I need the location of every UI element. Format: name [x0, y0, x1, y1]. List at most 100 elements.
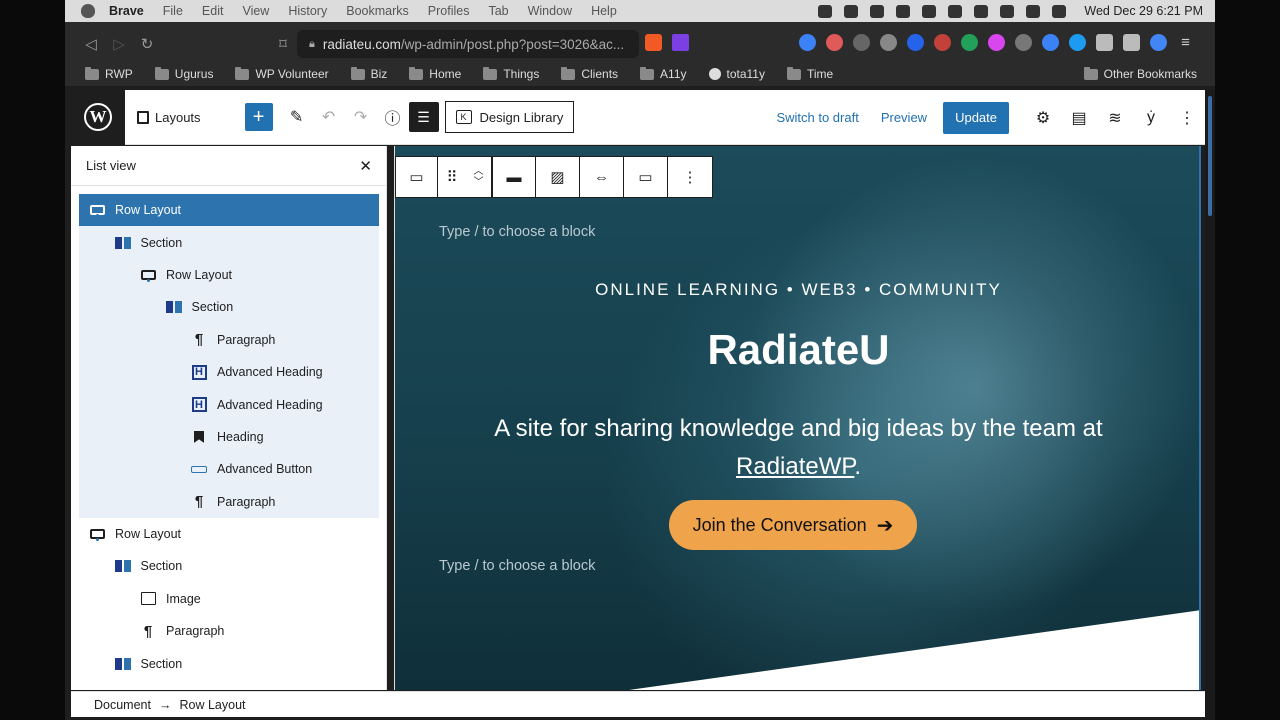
yoast-icon[interactable]: ẏ: [1133, 102, 1169, 134]
more-options-icon[interactable]: ⋮: [668, 157, 712, 197]
editor-canvas[interactable]: ▭ ⠿ ︿ ﹀ ▬ ▨ ⇔ ▭ ⋮ Type / to choose a bloc…: [394, 146, 1201, 690]
list-view-item[interactable]: H Advanced Heading: [79, 355, 379, 389]
extension-icon[interactable]: [1042, 34, 1059, 51]
drag-handle-icon[interactable]: ⠿: [438, 157, 466, 197]
extension-icon[interactable]: [1069, 34, 1086, 51]
list-view-toggle-icon[interactable]: ☰: [408, 102, 439, 132]
extension-icon[interactable]: [853, 34, 870, 51]
list-view-item[interactable]: Advanced Button: [79, 453, 379, 486]
list-view-item[interactable]: Row Layout: [79, 258, 379, 292]
list-view-item[interactable]: Row Layout: [79, 194, 379, 227]
extension-icon[interactable]: [1015, 34, 1032, 51]
control-center-icon[interactable]: [1052, 4, 1067, 18]
extension-icon[interactable]: [934, 34, 951, 51]
menu-app-name[interactable]: Brave: [109, 4, 144, 18]
list-view-item[interactable]: Section: [79, 647, 379, 679]
undo-icon[interactable]: ↶: [313, 101, 345, 133]
menu-window[interactable]: Window: [528, 4, 572, 18]
bookmark-folder[interactable]: Home: [409, 66, 461, 81]
profile-icon[interactable]: [1150, 34, 1167, 51]
wifi-icon[interactable]: [1000, 4, 1015, 18]
extension-icon[interactable]: [907, 34, 924, 51]
brave-shields-icon[interactable]: [645, 34, 662, 51]
move-up-down-icon[interactable]: ︿ ﹀: [466, 157, 492, 197]
menu-history[interactable]: History: [288, 4, 327, 18]
update-button[interactable]: Update: [943, 101, 1009, 134]
status-app-icon[interactable]: [896, 4, 911, 18]
battery-icon[interactable]: [974, 4, 989, 18]
list-view-item[interactable]: ¶ Paragraph: [79, 323, 379, 356]
list-view-item[interactable]: H Advanced Heading: [79, 388, 379, 421]
bluetooth-icon[interactable]: [948, 4, 963, 18]
block-placeholder[interactable]: Type / to choose a block: [439, 558, 595, 574]
menu-tab[interactable]: Tab: [488, 4, 508, 18]
settings-gear-icon[interactable]: ⚙: [1025, 102, 1061, 134]
extension-icon[interactable]: [961, 34, 978, 51]
list-view-item[interactable]: Section: [79, 226, 379, 259]
status-app-icon[interactable]: [844, 4, 859, 18]
menu-file[interactable]: File: [163, 4, 183, 18]
scrollbar[interactable]: [1205, 90, 1215, 720]
list-view-item[interactable]: ¶ Paragraph: [79, 485, 379, 518]
pencil-icon[interactable]: ✎: [281, 101, 313, 133]
block-placeholder[interactable]: Type / to choose a block: [439, 224, 595, 240]
template-icon[interactable]: ▤: [1061, 102, 1097, 134]
scrollbar-thumb[interactable]: [1208, 96, 1212, 216]
bookmark-folder[interactable]: WP Volunteer: [235, 66, 329, 81]
menu-profiles[interactable]: Profiles: [428, 4, 470, 18]
more-options-icon[interactable]: ⋮: [1169, 102, 1205, 134]
bookmark-folder[interactable]: A11y: [640, 66, 687, 81]
switch-to-draft-button[interactable]: Switch to draft: [765, 110, 869, 125]
bookmark-folder[interactable]: RWP: [85, 66, 133, 81]
brave-rewards-icon[interactable]: [672, 34, 689, 51]
bookmark-folder[interactable]: Clients: [561, 66, 618, 81]
list-view-item[interactable]: Row Layout: [79, 518, 379, 550]
preview-button[interactable]: Preview: [870, 110, 938, 125]
forward-icon[interactable]: ▷: [109, 34, 129, 54]
list-view-item[interactable]: Section: [79, 550, 379, 582]
radiatewp-link[interactable]: RadiateWP: [736, 453, 854, 480]
status-app-icon[interactable]: [922, 4, 937, 18]
bookmark-link[interactable]: tota11y: [708, 67, 765, 81]
breadcrumb-current[interactable]: Row Layout: [179, 698, 245, 712]
address-bar[interactable]: 🔒︎ radiateu.com/wp-admin/post.php?post=3…: [297, 30, 639, 58]
list-view-item[interactable]: Heading: [79, 420, 379, 454]
list-view-item[interactable]: ¶ Paragraph: [79, 615, 379, 647]
status-app-icon[interactable]: [818, 4, 833, 18]
menu-clock[interactable]: Wed Dec 29 6:21 PM: [1084, 4, 1203, 18]
list-view-item[interactable]: Section: [79, 291, 379, 324]
status-app-icon[interactable]: [870, 4, 885, 18]
other-bookmarks[interactable]: Other Bookmarks: [1083, 62, 1197, 86]
image-icon[interactable]: ▨: [536, 157, 580, 197]
info-icon[interactable]: ⓘ: [377, 101, 409, 133]
search-icon[interactable]: [1026, 4, 1041, 18]
row-layout-icon[interactable]: ▭: [396, 157, 438, 197]
reload-icon[interactable]: ↻: [137, 34, 157, 54]
back-icon[interactable]: ◁: [81, 34, 101, 54]
apple-icon[interactable]: [81, 4, 95, 18]
breadcrumb-document[interactable]: Document: [94, 698, 151, 712]
wallet-icon[interactable]: [1123, 34, 1140, 51]
bookmark-folder[interactable]: Biz: [350, 66, 387, 81]
layout-icon[interactable]: ▭: [624, 157, 668, 197]
layouts-button[interactable]: Layouts: [137, 101, 201, 133]
redo-icon[interactable]: ↷: [345, 101, 377, 133]
kadence-panel-icon[interactable]: ≋: [1097, 102, 1133, 134]
bookmark-folder[interactable]: Ugurus: [154, 66, 213, 81]
bookmark-folder[interactable]: Things: [483, 66, 539, 81]
menu-icon[interactable]: ≡: [1177, 34, 1194, 51]
bookmark-page-icon[interactable]: ⌑: [273, 34, 293, 54]
wordpress-logo-button[interactable]: W: [71, 89, 125, 145]
design-library-button[interactable]: K Design Library: [444, 101, 575, 133]
menu-edit[interactable]: Edit: [202, 4, 224, 18]
menu-help[interactable]: Help: [591, 4, 617, 18]
extension-icon[interactable]: [826, 34, 843, 51]
vertical-align-icon[interactable]: ▬: [492, 157, 536, 197]
bookmark-folder[interactable]: Time: [786, 66, 833, 81]
join-conversation-button[interactable]: Join the Conversation ➔: [669, 500, 917, 550]
add-block-button[interactable]: +: [244, 103, 273, 131]
menu-view[interactable]: View: [242, 4, 269, 18]
extension-icon[interactable]: [988, 34, 1005, 51]
menu-bookmarks[interactable]: Bookmarks: [346, 4, 409, 18]
close-icon[interactable]: ✕: [359, 157, 372, 175]
